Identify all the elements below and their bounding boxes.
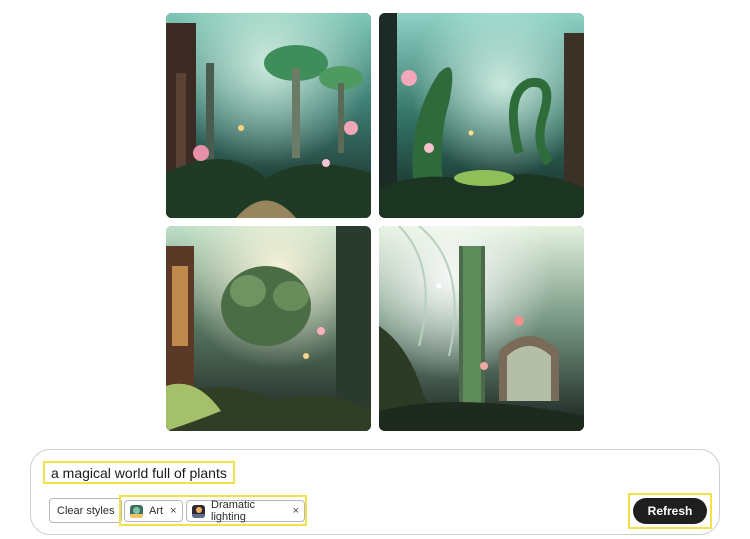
remove-art-tag-icon[interactable]: × (170, 505, 176, 517)
image-grid (166, 13, 586, 433)
clear-styles-button[interactable]: Clear styles (49, 498, 123, 523)
image-generation-page: a magical world full of plants Clear sty… (0, 0, 750, 539)
style-tag-dramatic-lighting-label: Dramatic lighting (211, 499, 256, 523)
style-tags-group: Art × Dramatic lighting × (119, 495, 307, 526)
fantasy-forest-scene-3 (166, 226, 371, 431)
style-tag-art-label: Art (149, 505, 164, 517)
remove-dramatic-lighting-tag-icon[interactable]: × (293, 505, 299, 517)
prompt-panel: a magical world full of plants Clear sty… (30, 449, 720, 535)
fantasy-forest-scene-4 (379, 226, 584, 431)
generated-image-4[interactable] (379, 226, 584, 431)
style-tag-art[interactable]: Art × (124, 500, 183, 522)
refresh-button[interactable]: Refresh (633, 498, 707, 524)
generated-image-3[interactable] (166, 226, 371, 431)
dramatic-lighting-thumbnail-icon (192, 504, 205, 518)
prompt-text[interactable]: a magical world full of plants (51, 465, 227, 481)
prompt-input[interactable]: a magical world full of plants (43, 461, 235, 484)
fantasy-forest-scene-1 (166, 13, 371, 218)
generated-image-1[interactable] (166, 13, 371, 218)
art-thumbnail-icon (130, 504, 143, 518)
style-tag-dramatic-lighting[interactable]: Dramatic lighting × (186, 499, 305, 523)
refresh-highlight: Refresh (628, 493, 712, 529)
generated-image-2[interactable] (379, 13, 584, 218)
fantasy-forest-scene-2 (379, 13, 584, 218)
